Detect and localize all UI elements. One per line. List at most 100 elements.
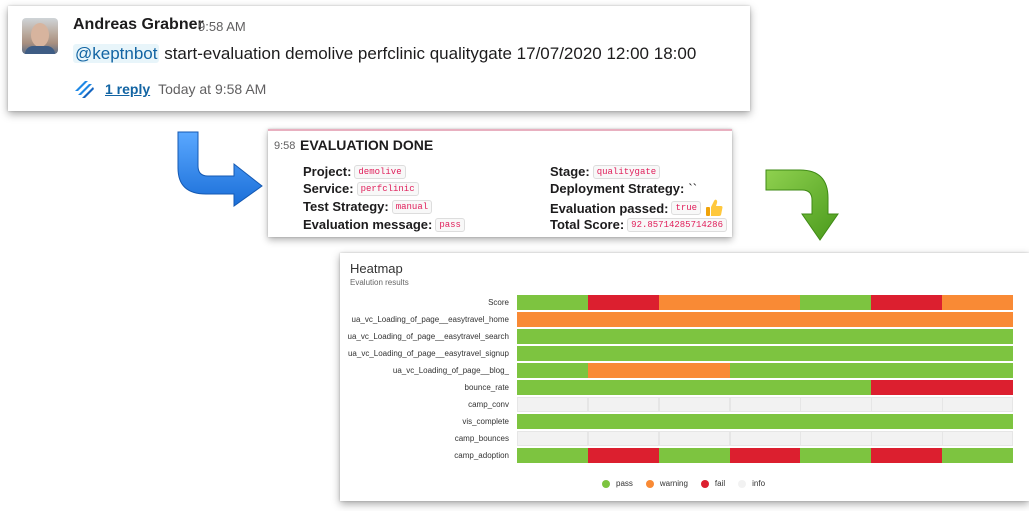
heatmap-cell[interactable] xyxy=(942,295,1014,310)
legend-item-info[interactable]: info xyxy=(738,479,765,488)
legend-item-fail[interactable]: fail xyxy=(700,479,725,488)
legend-label: warning xyxy=(659,479,688,488)
avatar[interactable] xyxy=(22,18,58,54)
heatmap-cell[interactable] xyxy=(871,448,943,463)
heatmap-cell[interactable] xyxy=(800,414,872,429)
heatmap-title: Heatmap xyxy=(350,261,403,276)
evaluation-message-label: Evaluation message: xyxy=(303,217,433,232)
heatmap-row-label: ua_vc_Loading_of_page__easytravel_home xyxy=(351,315,509,324)
heatmap-cell[interactable] xyxy=(800,448,872,463)
heatmap-cell[interactable] xyxy=(587,363,660,378)
stage-value: qualitygate xyxy=(592,164,661,179)
legend-label: pass xyxy=(616,479,633,488)
heatmap-cell[interactable] xyxy=(942,346,1014,361)
total-score-value: 92.85714285714286 xyxy=(627,217,727,232)
heatmap-cell[interactable] xyxy=(942,414,1014,429)
heatmap-cell[interactable] xyxy=(800,329,872,344)
heatmap-cell[interactable] xyxy=(729,363,801,378)
reply-count-link[interactable]: 1 reply xyxy=(105,81,150,97)
heatmap-cell[interactable] xyxy=(517,329,589,344)
legend-item-pass[interactable]: pass xyxy=(602,479,633,488)
heatmap-cell[interactable] xyxy=(517,312,589,327)
heatmap-cell[interactable] xyxy=(658,448,731,463)
heatmap-cell[interactable] xyxy=(587,431,660,446)
heatmap-cell[interactable] xyxy=(517,295,589,310)
heatmap-cell[interactable] xyxy=(587,312,660,327)
heatmap-cell[interactable] xyxy=(871,380,943,395)
heatmap-cell[interactable] xyxy=(658,329,731,344)
thumbs-up-icon xyxy=(706,199,723,216)
heatmap-row-label: ua_vc_Loading_of_page__easytravel_signup xyxy=(347,349,509,358)
heatmap-cell[interactable] xyxy=(658,363,731,378)
heatmap-cell[interactable] xyxy=(587,329,660,344)
heatmap-cell[interactable] xyxy=(729,295,801,310)
heatmap-cell[interactable] xyxy=(729,380,801,395)
heatmap-cell[interactable] xyxy=(871,414,943,429)
service-label: Service: xyxy=(303,181,354,196)
heatmap-cell[interactable] xyxy=(587,397,660,412)
heatmap-cell[interactable] xyxy=(942,363,1014,378)
heatmap-cell[interactable] xyxy=(517,448,589,463)
legend-item-warning[interactable]: warning xyxy=(645,479,688,488)
heatmap-cell[interactable] xyxy=(587,380,660,395)
heatmap-cell[interactable] xyxy=(517,363,589,378)
heatmap-cell[interactable] xyxy=(729,431,801,446)
message-timestamp[interactable]: 9:58 AM xyxy=(198,19,246,34)
heatmap-cell[interactable] xyxy=(587,295,660,310)
heatmap-cell[interactable] xyxy=(871,329,943,344)
heatmap-cell[interactable] xyxy=(729,448,801,463)
heatmap-cell[interactable] xyxy=(800,346,872,361)
heatmap-cell[interactable] xyxy=(729,414,801,429)
evaluation-title: EVALUATION DONE xyxy=(300,137,434,153)
arrow-right-down-icon xyxy=(765,169,839,241)
heatmap-row-label: camp_conv xyxy=(468,400,509,409)
heatmap-cell[interactable] xyxy=(658,414,731,429)
heatmap-cell[interactable] xyxy=(800,397,872,412)
heatmap-cell[interactable] xyxy=(800,431,872,446)
heatmap-cell[interactable] xyxy=(800,363,872,378)
heatmap-cell[interactable] xyxy=(517,346,589,361)
heatmap-cell[interactable] xyxy=(800,380,872,395)
heatmap-cell[interactable] xyxy=(587,346,660,361)
heatmap-row-label: ua_vc_Loading_of_page__blog_ xyxy=(392,366,509,375)
mention-link[interactable]: @keptnbot xyxy=(73,44,160,63)
heatmap-cell[interactable] xyxy=(658,346,731,361)
heatmap-cell[interactable] xyxy=(942,397,1014,412)
heatmap-cell[interactable] xyxy=(942,448,1014,463)
heatmap-cell[interactable] xyxy=(517,397,589,412)
heatmap-cell[interactable] xyxy=(587,414,660,429)
heatmap-cell[interactable] xyxy=(871,312,943,327)
heatmap-cell[interactable] xyxy=(942,431,1014,446)
message-command: start-evaluation demolive perfclinic qua… xyxy=(159,44,697,63)
heatmap-cell[interactable] xyxy=(517,414,589,429)
heatmap-cell[interactable] xyxy=(729,397,801,412)
heatmap-cell[interactable] xyxy=(729,312,801,327)
heatmap-cell[interactable] xyxy=(658,380,731,395)
heatmap-cell[interactable] xyxy=(587,448,660,463)
message-author[interactable]: Andreas Grabner xyxy=(73,16,204,34)
heatmap-cell[interactable] xyxy=(658,312,731,327)
heatmap-cell[interactable] xyxy=(942,329,1014,344)
heatmap-cell[interactable] xyxy=(658,295,731,310)
heatmap-cell[interactable] xyxy=(871,363,943,378)
heatmap-cell[interactable] xyxy=(871,431,943,446)
heatmap-row-label: camp_bounces xyxy=(454,434,509,443)
heatmap-cell[interactable] xyxy=(658,397,731,412)
heatmap-cell[interactable] xyxy=(800,295,872,310)
heatmap-cell[interactable] xyxy=(942,380,1014,395)
heatmap-cell[interactable] xyxy=(729,329,801,344)
heatmap-cell[interactable] xyxy=(729,346,801,361)
legend-label: info xyxy=(752,479,766,488)
heatmap-cell[interactable] xyxy=(658,431,731,446)
heatmap-cell[interactable] xyxy=(517,380,589,395)
heatmap-cell[interactable] xyxy=(871,397,943,412)
heatmap-cell[interactable] xyxy=(942,312,1014,327)
heatmap-cell[interactable] xyxy=(871,346,943,361)
thread-replies[interactable]: 1 reply Today at 9:58 AM xyxy=(73,78,266,100)
reply-timestamp: Today at 9:58 AM xyxy=(158,81,267,97)
arrow-down-right-icon xyxy=(177,131,263,207)
heatmap-cell[interactable] xyxy=(800,312,872,327)
evaluation-time[interactable]: 9:58 xyxy=(274,140,295,152)
heatmap-cell[interactable] xyxy=(517,431,589,446)
heatmap-cell[interactable] xyxy=(871,295,943,310)
